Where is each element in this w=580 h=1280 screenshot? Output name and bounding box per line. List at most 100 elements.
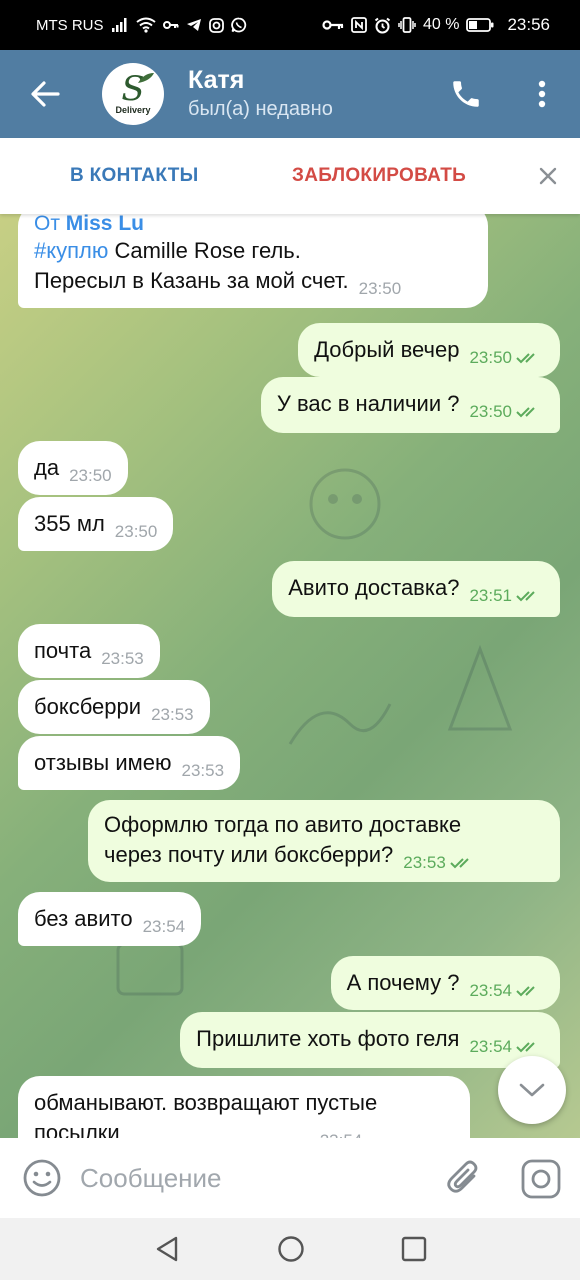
- double-check-icon: [516, 1042, 535, 1053]
- more-menu-button[interactable]: [520, 70, 564, 118]
- message-text: А почему ?: [346, 970, 460, 995]
- alarm-icon: [374, 17, 391, 34]
- message-bubble-outgoing[interactable]: У вас в наличии ? 23:50: [260, 377, 560, 433]
- block-user-button[interactable]: ЗАБЛОКИРОВАТЬ: [292, 165, 466, 187]
- scroll-to-bottom-button[interactable]: [498, 1056, 566, 1124]
- message-bubble-incoming[interactable]: отзывы имею 23:53: [18, 736, 241, 790]
- message-bubble-incoming[interactable]: без авито 23:54: [18, 892, 202, 946]
- wallpaper-doodle-icon: [288, 703, 392, 745]
- message-bubble-outgoing[interactable]: Добрый вечер 23:50: [298, 323, 560, 377]
- hashtag-link[interactable]: #куплю: [34, 238, 108, 263]
- close-action-bar-button[interactable]: [532, 160, 564, 192]
- message-composer: [0, 1138, 580, 1218]
- message-text: Авито доставка?: [288, 575, 460, 600]
- chevron-down-icon: [519, 1083, 545, 1097]
- message-text: 355 мл: [34, 511, 105, 536]
- new-contact-action-bar: В КОНТАКТЫ ЗАБЛОКИРОВАТЬ: [0, 138, 580, 214]
- message-text: Добрый вечер: [314, 337, 460, 362]
- emoji-icon[interactable]: [22, 1158, 62, 1198]
- message-text: У вас в наличии ?: [276, 391, 460, 416]
- message-time: 23:50: [358, 279, 402, 298]
- message-text: через почту или боксберри?: [104, 842, 394, 867]
- call-button[interactable]: [442, 70, 490, 118]
- chat-last-seen: был(а) недавно: [188, 98, 333, 120]
- battery-label: 40 %: [422, 16, 460, 33]
- nav-home-icon[interactable]: [276, 1234, 306, 1264]
- double-check-icon: [516, 407, 535, 418]
- message-text: почта: [34, 638, 92, 663]
- add-to-contacts-button[interactable]: В КОНТАКТЫ: [70, 165, 199, 187]
- more-vertical-icon: [538, 80, 546, 108]
- chat-header: S Delivery Катя был(а) недавно: [0, 50, 580, 138]
- message-time: 23:53: [403, 848, 478, 878]
- chat-title-block[interactable]: Катя был(а) недавно: [188, 65, 333, 123]
- status-bar: MTS RUS 40 % 23:56: [0, 0, 580, 50]
- message-bubble-outgoing[interactable]: А почему ? 23:54: [330, 956, 560, 1010]
- nfc-icon: [351, 17, 367, 33]
- battery-icon: [466, 18, 494, 32]
- message-time: 23:50: [469, 397, 544, 427]
- message-time: 23:50: [114, 522, 158, 541]
- message-text: Camille Rose гель.: [108, 238, 301, 263]
- avatar[interactable]: S Delivery: [102, 63, 164, 125]
- double-check-icon: [516, 986, 535, 997]
- signal-icon: [111, 17, 129, 33]
- chat-name: Катя: [188, 66, 245, 94]
- message-time: 23:50: [469, 343, 544, 373]
- close-icon: [539, 167, 557, 185]
- double-check-icon: [516, 591, 535, 602]
- message-list[interactable]: От Miss Lu #куплю Camille Rose гель. Пер…: [0, 214, 580, 1138]
- arrow-left-icon: [31, 81, 60, 107]
- message-text: обманывают. возвращают пустые: [34, 1090, 378, 1115]
- message-bubble-incoming[interactable]: боксберри 23:53: [18, 680, 210, 734]
- message-text: Оформлю тогда по авито доставке: [104, 812, 462, 837]
- paperclip-icon[interactable]: [444, 1158, 484, 1198]
- avatar-logo-text: Delivery: [115, 104, 151, 115]
- clock-label: 23:56: [507, 15, 550, 34]
- message-time: 23:50: [69, 466, 112, 485]
- message-time: 23:54: [142, 917, 186, 936]
- wallpaper-doodle-icon: [309, 468, 381, 540]
- instagram-icon: [208, 17, 224, 33]
- message-time: 23:53: [181, 761, 225, 780]
- wifi-icon: [135, 17, 156, 33]
- message-bubble-incoming[interactable]: да 23:50: [18, 441, 128, 495]
- leaf-icon: [138, 73, 154, 83]
- message-text: боксберри: [34, 694, 142, 719]
- message-bubble-outgoing[interactable]: Пришлите хоть фото геля 23:54: [180, 1012, 560, 1068]
- message-time: 23:53: [101, 649, 144, 668]
- nav-back-icon[interactable]: [152, 1234, 182, 1264]
- message-text: без авито: [34, 906, 133, 931]
- message-text: отзывы имею: [34, 750, 172, 775]
- message-text: да: [34, 455, 60, 480]
- message-time: 23:54: [320, 1126, 363, 1138]
- message-time: 23:51: [469, 581, 544, 611]
- whatsapp-icon: [230, 17, 247, 33]
- forwarded-author-link[interactable]: Miss Lu: [66, 214, 144, 235]
- nav-recent-apps-icon[interactable]: [400, 1235, 428, 1263]
- system-navigation-bar: [0, 1218, 580, 1280]
- message-input[interactable]: [80, 1158, 420, 1198]
- message-bubble-outgoing[interactable]: Авито доставка? 23:51: [272, 561, 560, 617]
- message-bubble-incoming[interactable]: почта 23:53: [18, 624, 160, 678]
- carrier-label: MTS RUS: [36, 16, 104, 34]
- forwarded-from-label: От Miss Lu: [34, 214, 144, 235]
- back-button[interactable]: [0, 50, 90, 138]
- vpn-key-icon: [322, 19, 344, 31]
- message-time: 23:53: [151, 705, 194, 724]
- camera-icon[interactable]: [520, 1158, 562, 1200]
- message-bubble-incoming[interactable]: обманывают. возвращают пустые посылки 23:…: [18, 1076, 470, 1138]
- double-check-icon: [450, 858, 469, 869]
- message-time: 23:54: [469, 976, 544, 1006]
- double-check-icon: [516, 353, 535, 364]
- message-text: Пересыл в Казань за мой счет.: [34, 268, 349, 293]
- message-text: посылки: [34, 1120, 120, 1138]
- message-bubble-incoming[interactable]: 355 мл 23:50: [18, 497, 174, 551]
- telegram-icon: [186, 18, 202, 32]
- message-text: Пришлите хоть фото геля: [196, 1026, 460, 1051]
- message-bubble-incoming[interactable]: От Miss Lu #куплю Camille Rose гель. Пер…: [18, 214, 488, 308]
- vibrate-icon: [398, 17, 416, 33]
- key-icon: [162, 19, 179, 31]
- wallpaper-doodle-icon: [447, 644, 513, 731]
- message-bubble-outgoing[interactable]: Оформлю тогда по авито доставке через по…: [88, 800, 560, 882]
